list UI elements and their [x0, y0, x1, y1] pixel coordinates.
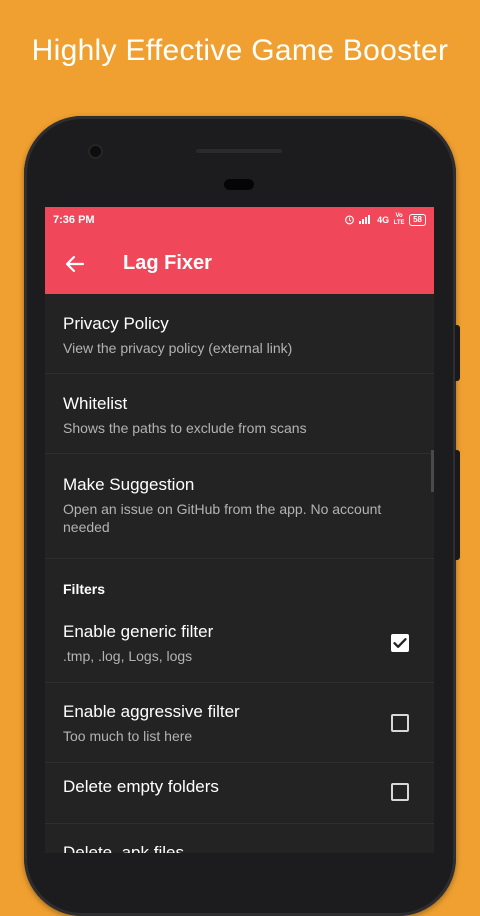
pref-delete-empty-folders[interactable]: Delete empty folders: [45, 763, 434, 824]
volte-icon: Vo LTE: [393, 213, 405, 226]
pref-title: Privacy Policy: [63, 314, 169, 333]
pref-title: Whitelist: [63, 394, 128, 413]
pref-aggressive-filter[interactable]: Enable aggressive filter Too much to lis…: [45, 683, 434, 763]
pref-delete-apk-files[interactable]: Delete .apk files: [45, 824, 434, 853]
pref-title: Delete .apk files: [63, 843, 184, 853]
settings-list: Privacy Policy View the privacy policy (…: [45, 294, 434, 853]
signal-icon: [359, 214, 373, 226]
status-icons: 4G Vo LTE 58: [344, 213, 426, 227]
earpiece: [224, 179, 254, 190]
pref-privacy-policy[interactable]: Privacy Policy View the privacy policy (…: [45, 294, 434, 374]
pref-summary: View the privacy policy (external link): [63, 340, 293, 356]
pref-make-suggestion[interactable]: Make Suggestion Open an issue on GitHub …: [45, 454, 434, 559]
aggressive-filter-checkbox[interactable]: [391, 714, 409, 732]
pref-generic-filter[interactable]: Enable generic filter .tmp, .log, Logs, …: [45, 603, 434, 683]
pref-summary: .tmp, .log, Logs, logs: [63, 648, 193, 664]
alarm-icon: [344, 214, 355, 227]
promo-headline: Highly Effective Game Booster: [31, 34, 449, 67]
generic-filter-checkbox[interactable]: [391, 634, 409, 652]
arrow-left-icon[interactable]: [63, 252, 87, 276]
pref-whitelist[interactable]: Whitelist Shows the paths to exclude fro…: [45, 374, 434, 454]
speaker-slit: [196, 149, 282, 153]
pref-title: Delete empty folders: [63, 777, 219, 796]
battery-icon: 58: [409, 214, 426, 226]
pref-title: Enable generic filter: [63, 622, 214, 641]
front-camera: [90, 146, 101, 157]
pref-title: Make Suggestion: [63, 475, 195, 494]
pref-summary: Too much to list here: [63, 728, 193, 744]
app-screen: 7:36 PM 4G Vo LTE 58 Lag Fixer Privacy P…: [45, 207, 434, 853]
section-header-filters: Filters: [63, 581, 106, 597]
status-bar: 7:36 PM 4G Vo LTE 58: [45, 207, 434, 234]
app-bar: Lag Fixer: [45, 234, 434, 294]
status-time: 7:36 PM: [53, 214, 95, 226]
delete-empty-folders-checkbox[interactable]: [391, 783, 409, 801]
scrollbar[interactable]: [431, 450, 434, 492]
power-button: [455, 325, 460, 381]
volume-button: [455, 450, 460, 560]
pref-summary: Shows the paths to exclude from scans: [63, 420, 307, 436]
pref-title: Enable aggressive filter: [63, 702, 240, 721]
pref-summary: Open an issue on GitHub from the app. No…: [63, 501, 382, 535]
network-type: 4G: [377, 215, 390, 225]
page-title: Lag Fixer: [123, 252, 212, 274]
